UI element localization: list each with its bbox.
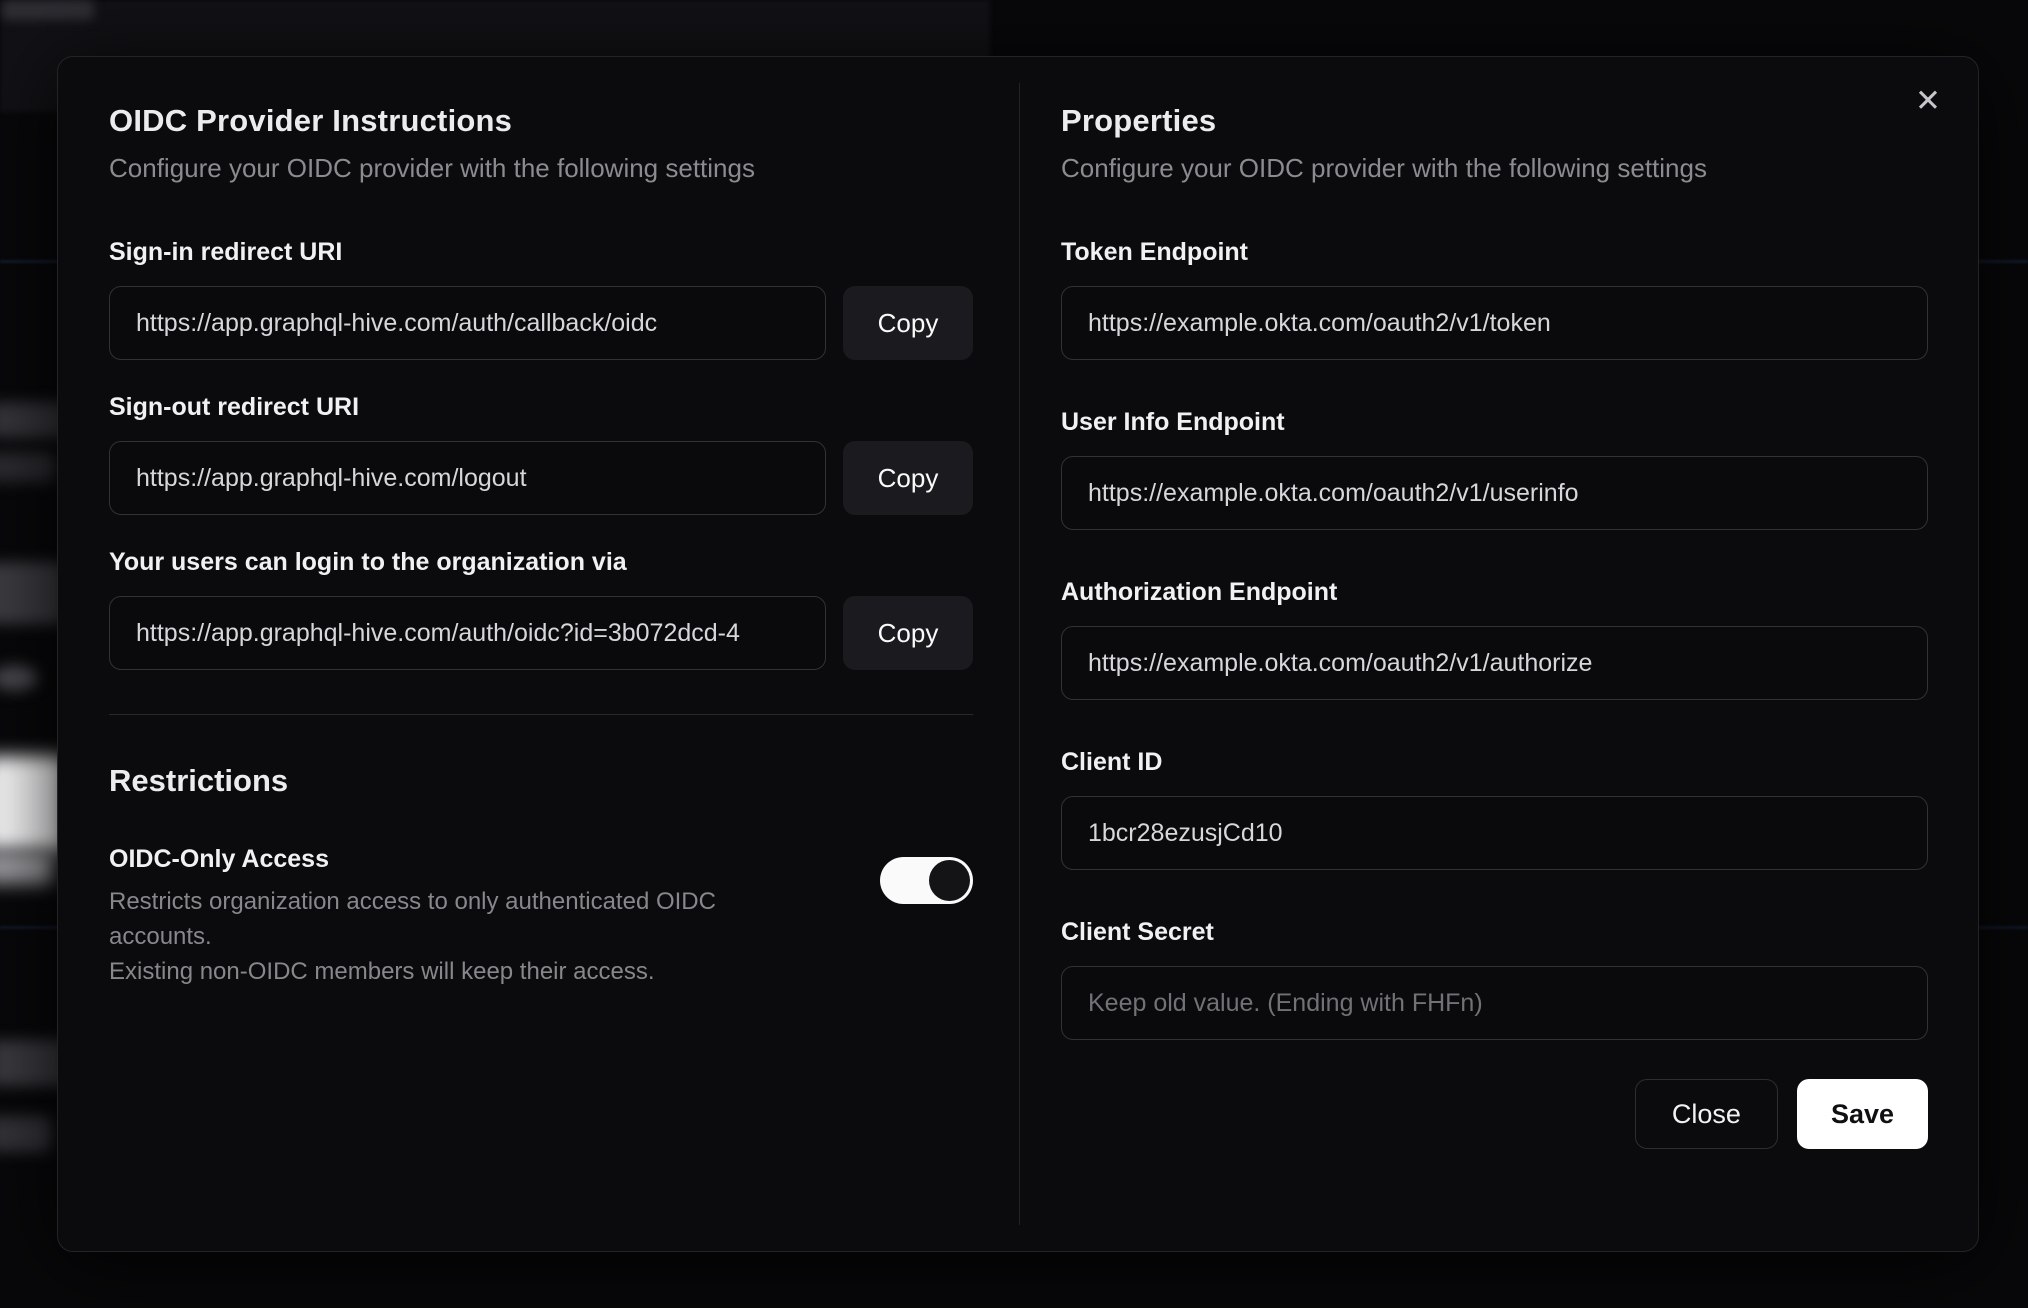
org-login-field: Your users can login to the organization…	[109, 548, 973, 670]
close-button[interactable]: Close	[1634, 1079, 1778, 1149]
token-endpoint-label: Token Endpoint	[1061, 238, 1249, 266]
background-dimmed-content	[0, 850, 54, 884]
instructions-subtitle: Configure your OIDC provider with the fo…	[109, 153, 755, 183]
page-background: ✕ OIDC Provider Instructions Configure y…	[0, 0, 2028, 1308]
copy-signout-button[interactable]: Copy	[843, 441, 973, 515]
client-id-input[interactable]	[1061, 796, 1928, 870]
properties-subtitle: Configure your OIDC provider with the fo…	[1061, 153, 1707, 183]
signin-redirect-field: Sign-in redirect URI Copy	[109, 238, 973, 360]
client-secret-field: Client Secret	[1061, 918, 1928, 1040]
token-endpoint-field: Token Endpoint	[1061, 238, 1928, 360]
signout-redirect-label: Sign-out redirect URI	[109, 393, 360, 421]
copy-signin-button[interactable]: Copy	[843, 286, 973, 360]
authorization-endpoint-field: Authorization Endpoint	[1061, 578, 1928, 700]
background-dimmed-content	[0, 1116, 52, 1152]
toggle-knob-icon	[929, 860, 970, 901]
instructions-title: OIDC Provider Instructions	[109, 103, 513, 138]
signout-redirect-field: Sign-out redirect URI Copy	[109, 393, 973, 515]
userinfo-endpoint-label: User Info Endpoint	[1061, 408, 1285, 436]
oidc-settings-modal: ✕ OIDC Provider Instructions Configure y…	[57, 56, 1979, 1252]
client-secret-label: Client Secret	[1061, 918, 1214, 946]
authorization-endpoint-input[interactable]	[1061, 626, 1928, 700]
token-endpoint-input[interactable]	[1061, 286, 1928, 360]
properties-column: Properties Configure your OIDC provider …	[1019, 57, 1978, 1251]
background-dimmed-content	[0, 665, 38, 691]
background-dimmed-content	[0, 452, 56, 482]
org-login-input[interactable]	[109, 596, 826, 670]
modal-actions: Close Save	[1061, 1079, 1928, 1149]
background-dimmed-content	[2, 0, 94, 20]
oidc-only-access-row: OIDC-Only Access Restricts organization …	[109, 845, 973, 989]
oidc-only-access-description: Restricts organization access to only au…	[109, 888, 716, 985]
oidc-only-access-label: OIDC-Only Access	[109, 845, 329, 873]
client-id-field: Client ID	[1061, 748, 1928, 870]
client-id-label: Client ID	[1061, 748, 1163, 776]
signin-redirect-input[interactable]	[109, 286, 826, 360]
userinfo-endpoint-field: User Info Endpoint	[1061, 408, 1928, 530]
instructions-column: OIDC Provider Instructions Configure you…	[58, 57, 1019, 1251]
signout-redirect-input[interactable]	[109, 441, 826, 515]
oidc-only-access-toggle[interactable]	[880, 857, 973, 904]
oidc-only-access-info: OIDC-Only Access Restricts organization …	[109, 845, 809, 989]
copy-org-login-button[interactable]: Copy	[843, 596, 973, 670]
userinfo-endpoint-input[interactable]	[1061, 456, 1928, 530]
restrictions-title: Restrictions	[109, 763, 289, 798]
client-secret-input[interactable]	[1061, 966, 1928, 1040]
save-button[interactable]: Save	[1796, 1079, 1928, 1149]
section-divider	[109, 714, 973, 715]
org-login-label: Your users can login to the organization…	[109, 548, 627, 576]
properties-title: Properties	[1061, 103, 1217, 138]
authorization-endpoint-label: Authorization Endpoint	[1061, 578, 1338, 606]
signin-redirect-label: Sign-in redirect URI	[109, 238, 343, 266]
